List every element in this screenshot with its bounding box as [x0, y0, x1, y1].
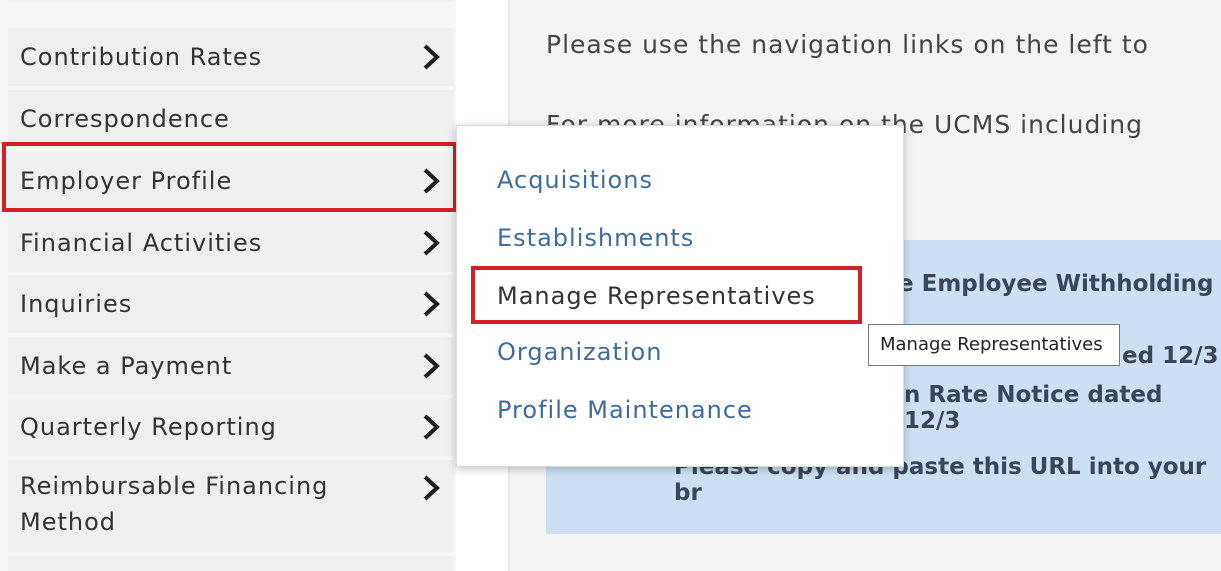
submenu-item-profile-maintenance[interactable]: Profile Maintenance [497, 396, 753, 424]
highlight-box-employer-profile [2, 142, 457, 212]
sidebar-nav: Contribution Rates Correspondence Employ… [0, 0, 456, 571]
notice-line: ed 12/3 [1122, 343, 1219, 369]
sidebar-item-partial[interactable] [8, 0, 454, 2]
sidebar-item-label: Contribution Rates [20, 43, 263, 71]
intro-text: Please use the navigation links on the l… [546, 30, 1149, 59]
sidebar-item-label: Financial Activities [20, 229, 263, 257]
notice-line: n Rate Notice dated 12/3 [904, 382, 1163, 434]
sidebar-item-make-a-payment[interactable]: Make a Payment [8, 337, 454, 395]
submenu-item-organization[interactable]: Organization [497, 338, 662, 366]
sidebar-item-label: Quarterly Reporting [20, 413, 277, 441]
sidebar-item-partial[interactable] [8, 556, 454, 571]
sidebar-item-contribution-rates[interactable]: Contribution Rates [8, 28, 454, 86]
chevron-right-icon [422, 352, 440, 380]
chevron-right-icon [422, 229, 440, 257]
chevron-right-icon [422, 413, 440, 441]
sidebar-item-label: Make a Payment [20, 352, 233, 380]
tooltip: Manage Representatives [868, 324, 1120, 366]
sidebar-item-label: Inquiries [20, 290, 133, 318]
sidebar-item-reimbursable-financing-method[interactable]: Reimbursable Financing Method [8, 460, 454, 552]
sidebar-item-financial-activities[interactable]: Financial Activities [8, 214, 454, 272]
submenu-item-acquisitions[interactable]: Acquisitions [497, 166, 653, 194]
highlight-box-manage-representatives [471, 266, 862, 324]
sidebar-item-inquiries[interactable]: Inquiries [8, 275, 454, 333]
sidebar-item-quarterly-reporting[interactable]: Quarterly Reporting [8, 398, 454, 456]
chevron-right-icon [422, 474, 440, 502]
sidebar-item-label: Correspondence [20, 105, 230, 133]
sidebar-item-correspondence[interactable]: Correspondence [8, 90, 454, 148]
chevron-right-icon [422, 43, 440, 71]
sidebar-item-label: Reimbursable Financing Method [20, 472, 329, 536]
chevron-right-icon [422, 290, 440, 318]
notice-line: e Employee Withholding [898, 271, 1214, 297]
submenu-item-establishments[interactable]: Establishments [497, 224, 694, 252]
